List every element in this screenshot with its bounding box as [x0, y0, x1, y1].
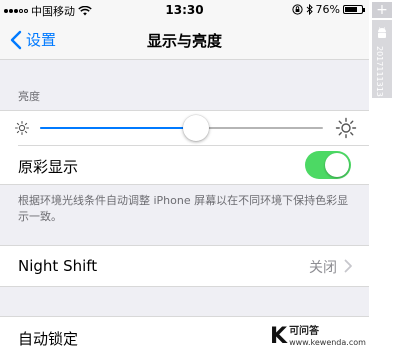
auto-lock-label: 自动锁定: [18, 330, 79, 348]
watermark-k-logo: K: [270, 324, 288, 349]
side-widget: + 2017111313: [369, 0, 396, 357]
switch-knob: [325, 153, 349, 177]
battery-icon: [343, 5, 365, 14]
true-tone-row: 原彩显示: [0, 146, 369, 184]
true-tone-switch[interactable]: [305, 151, 351, 179]
side-panel[interactable]: 2017111313: [372, 20, 392, 98]
status-bar: 中国移动 13:30 76%: [0, 0, 369, 20]
status-right: 76%: [291, 3, 365, 16]
sun-small-icon: [14, 120, 30, 136]
navigation-bar: 设置 显示与亮度: [0, 20, 369, 60]
battery-fill: [345, 7, 357, 12]
brightness-slider-thumb[interactable]: [182, 115, 209, 141]
sun-large-icon: [335, 117, 357, 139]
brightness-row: [0, 111, 369, 145]
night-shift-group: Night Shift 关闭: [0, 245, 369, 287]
battery-percent: 76%: [315, 3, 340, 16]
brightness-slider-fill: [40, 127, 196, 129]
watermark-url: www.kewenda.com: [289, 338, 366, 347]
chevron-right-icon: [344, 259, 352, 273]
night-shift-row[interactable]: Night Shift 关闭: [0, 246, 369, 286]
watermark-cn: 可问答: [289, 326, 320, 337]
settings-screen: 中国移动 13:30 76% 设置 显示与亮度 亮度 原彩显示 根据环境光线条件…: [0, 0, 369, 357]
page-title: 显示与亮度: [146, 32, 222, 50]
true-tone-label: 原彩显示: [18, 158, 79, 176]
true-tone-description: 根据环境光线条件自动调整 iPhone 屏幕以在不同环境下保持色彩显示一致。: [18, 194, 349, 223]
watermark-text: 可问答 www.kewenda.com: [289, 326, 366, 348]
brightness-header: 亮度: [18, 90, 40, 103]
plus-button[interactable]: +: [372, 2, 392, 18]
android-icon: [378, 27, 386, 38]
night-shift-value: 关闭: [309, 260, 337, 276]
night-shift-label: Night Shift: [18, 257, 98, 275]
side-vertical-text: 2017111313: [375, 46, 384, 97]
orientation-lock-icon: [291, 4, 303, 15]
brightness-slider-track[interactable]: [40, 127, 323, 129]
brightness-group: 原彩显示: [0, 110, 369, 185]
bluetooth-icon: [306, 4, 313, 15]
watermark-logo: K 可问答 www.kewenda.com: [270, 326, 366, 348]
